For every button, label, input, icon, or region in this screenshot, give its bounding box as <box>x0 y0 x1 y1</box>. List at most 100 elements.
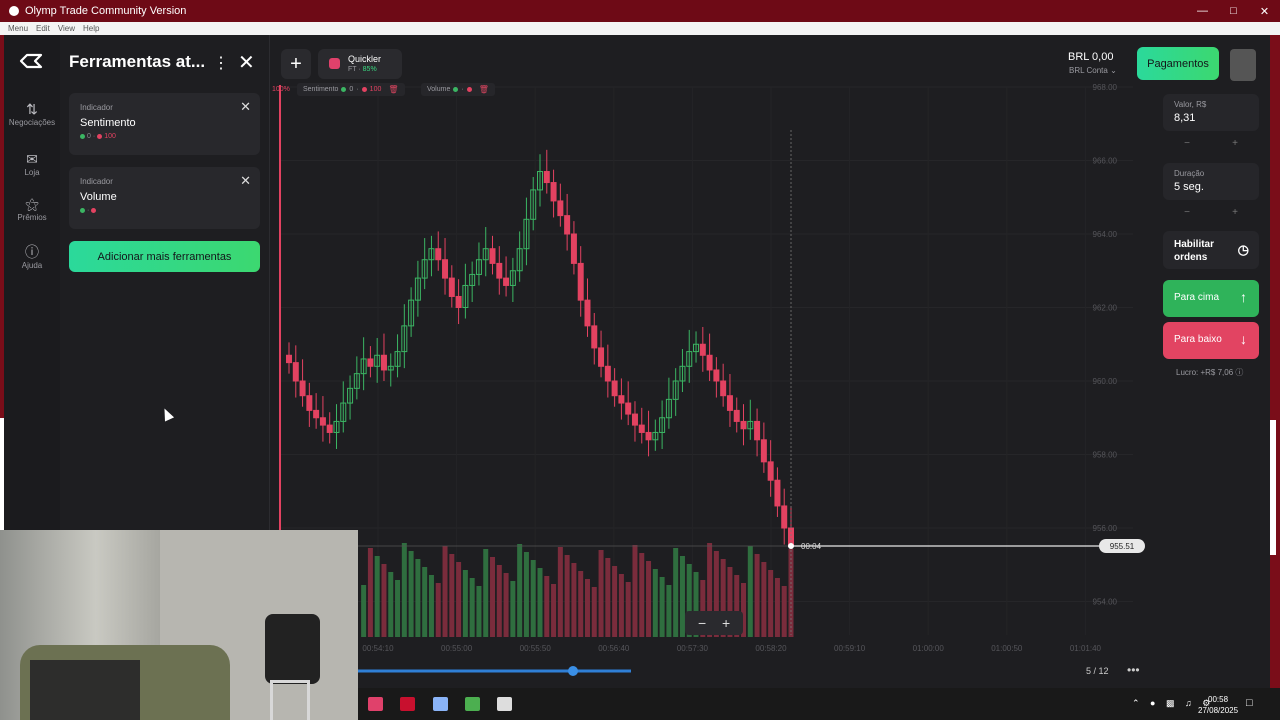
candle <box>367 358 374 367</box>
taskbar-app-icon[interactable] <box>368 697 383 711</box>
notification-icon[interactable]: □ <box>1246 697 1253 709</box>
candle <box>618 395 625 404</box>
top-marker-label: 100% <box>272 86 290 93</box>
indicator-name: Sentimento <box>80 117 136 129</box>
down-button[interactable]: Para baixo ↓ <box>1163 322 1259 359</box>
panel-close-icon[interactable]: ✕ <box>238 50 255 75</box>
menu-item-menu[interactable]: Menu <box>8 24 28 33</box>
account-type[interactable]: BRL Conta ⌄ <box>1069 66 1117 75</box>
volume-bar <box>659 577 665 637</box>
volume-bar <box>578 571 584 637</box>
chip-volume[interactable]: Volume · 🗑 <box>421 83 495 96</box>
candle <box>720 380 727 397</box>
volume-bar <box>591 587 597 637</box>
candle <box>313 409 320 419</box>
price-chart[interactable]: 968.00 966.00 964.00 962.00 960.00 958.00 956.… <box>271 35 1161 688</box>
volume-bar <box>381 564 387 637</box>
volume-bar <box>388 572 394 637</box>
candle <box>448 277 455 297</box>
candle <box>577 262 584 301</box>
time-tick-label: 00:55:50 <box>520 644 552 653</box>
amount-stepper[interactable]: − + <box>1163 136 1259 150</box>
volume-bar <box>612 566 618 637</box>
price-tick-label: 968.00 <box>1093 83 1118 92</box>
candle <box>380 354 387 371</box>
candle <box>326 424 333 433</box>
nav-loja[interactable]: ✉ Loja <box>4 151 60 177</box>
remove-indicator-icon[interactable]: ✕ <box>240 99 251 115</box>
add-tools-button[interactable]: Adicionar mais ferramentas <box>69 241 260 272</box>
chart-area[interactable]: 968.00 966.00 964.00 962.00 960.00 958.00 956.… <box>271 35 1161 688</box>
asset-icon <box>329 58 340 69</box>
indicator-card-volume[interactable]: Indicador Volume ✕ · <box>69 167 260 229</box>
enable-orders-button[interactable]: Habilitar ordens ◷ <box>1163 231 1259 269</box>
candle <box>319 417 326 426</box>
volume-bar <box>584 579 590 637</box>
more-options-icon: ••• <box>1127 663 1140 677</box>
add-asset-button[interactable]: + <box>281 49 311 79</box>
nav-negociacoes[interactable]: ⇅ Negociações <box>4 101 60 127</box>
close-icon[interactable]: ✕ <box>1249 0 1280 22</box>
minimize-icon[interactable]: — <box>1187 0 1218 22</box>
menu-item-edit[interactable]: Edit <box>36 24 50 33</box>
trash-icon[interactable]: 🗑 <box>388 85 398 94</box>
volume-bar <box>361 585 367 637</box>
menu-item-help[interactable]: Help <box>83 24 99 33</box>
taskbar-app-icon[interactable] <box>400 697 415 711</box>
volume-bar <box>456 562 462 637</box>
trash-icon[interactable]: 🗑 <box>479 85 489 94</box>
remove-indicator-icon[interactable]: ✕ <box>240 173 251 189</box>
plus-icon[interactable]: + <box>1232 138 1238 149</box>
taskbar: ⌃ ● ▩ ♫ ⚙ 00:58 27/08/2025 □ <box>358 688 1280 720</box>
duration-stepper[interactable]: − + <box>1163 205 1259 219</box>
plus-icon[interactable]: + <box>1232 207 1238 218</box>
avatar[interactable] <box>1230 49 1256 81</box>
amount-field[interactable]: Valor, R$ 8,31 <box>1163 94 1259 131</box>
price-tick-label: 966.00 <box>1093 157 1118 166</box>
candle <box>306 395 313 411</box>
volume-bar <box>551 584 557 637</box>
time-tick-label: 01:00:50 <box>991 644 1023 653</box>
olymp-logo-icon[interactable] <box>18 53 44 69</box>
volume-bar <box>646 561 652 637</box>
time-tick-label: 01:00:00 <box>913 644 945 653</box>
candle <box>591 325 598 349</box>
nav-ajuda[interactable]: ⓘ Ajuda <box>4 244 60 270</box>
up-button[interactable]: Para cima ↑ <box>1163 280 1259 317</box>
volume-bar <box>503 573 509 637</box>
volume-bar <box>666 585 672 637</box>
help-icon[interactable]: ⓘ <box>1235 368 1243 377</box>
asset-tab-quickler[interactable]: Quickler FT · 85% <box>318 49 402 79</box>
nav-premios[interactable]: ⚝ Prêmios <box>4 196 60 222</box>
candle <box>557 200 564 217</box>
time-tick-label: 00:56:40 <box>598 644 630 653</box>
duration-field[interactable]: Duração 5 seg. <box>1163 163 1259 200</box>
taskbar-app-icon[interactable] <box>433 697 448 711</box>
chip-sentimento[interactable]: Sentimento 0 · 100 🗑 <box>297 83 405 96</box>
volume-bar <box>761 562 767 637</box>
time-tick-label: 00:58:20 <box>755 644 787 653</box>
volume-bar <box>598 550 604 637</box>
minus-icon[interactable]: − <box>1184 138 1190 149</box>
candle <box>299 380 306 397</box>
maximize-icon[interactable]: □ <box>1218 0 1249 22</box>
volume-bar <box>768 570 774 637</box>
taskbar-clock[interactable]: 00:58 27/08/2025 <box>1198 694 1238 716</box>
volume-bar <box>408 551 414 637</box>
countdown-label: 00:04 <box>801 542 822 551</box>
account-balance[interactable]: BRL 0,00 <box>1068 51 1113 63</box>
menu-item-view[interactable]: View <box>58 24 75 33</box>
time-tick-label: 00:57:30 <box>677 644 709 653</box>
volume-bar <box>673 548 679 637</box>
volume-bar <box>510 581 516 637</box>
candle <box>726 395 733 411</box>
price-tick-label: 962.00 <box>1093 304 1118 313</box>
minus-icon[interactable]: − <box>1184 207 1190 218</box>
volume-bar <box>544 576 550 637</box>
payments-button[interactable]: Pagamentos <box>1137 47 1219 80</box>
volume-bar <box>490 557 496 637</box>
indicator-card-sentimento[interactable]: Indicador Sentimento ✕ 0 · 100 <box>69 93 260 155</box>
more-icon[interactable]: ⋮ <box>213 53 229 73</box>
taskbar-app-icon[interactable] <box>465 697 480 711</box>
taskbar-app-icon[interactable] <box>497 697 512 711</box>
